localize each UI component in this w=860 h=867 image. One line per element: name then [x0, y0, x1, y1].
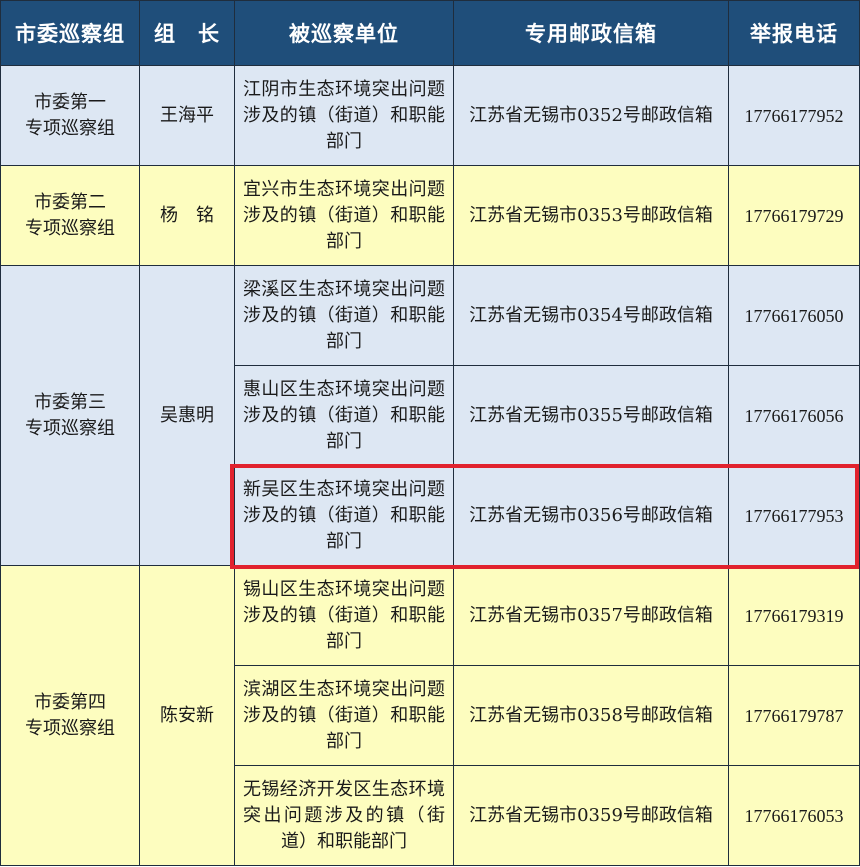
phone-cell: 17766179729 — [728, 165, 860, 266]
group-name-line: 专项巡察组 — [25, 717, 115, 739]
leader-cell: 吴惠明 — [139, 265, 235, 566]
table-row: 市委第一 专项巡察组 王海平 江阴市生态环境突出问题涉及的镇（街道）和职能部门 … — [0, 65, 860, 166]
group-name-line: 市委第二 — [34, 191, 106, 213]
group-name-cell: 市委第二 专项巡察组 — [0, 165, 140, 266]
group-name-line: 市委第四 — [34, 691, 106, 713]
table-row: 市委第三 专项巡察组 吴惠明 梁溪区生态环境突出问题涉及的镇（街道）和职能部门 … — [0, 265, 860, 566]
unit-cell: 无锡经济开发区生态环境突出问题涉及的镇（街道）和职能部门 — [234, 765, 454, 866]
header-group: 市委巡察组 — [0, 0, 140, 66]
table-row: 市委第四 专项巡察组 陈安新 锡山区生态环境突出问题涉及的镇（街道）和职能部门 … — [0, 565, 860, 866]
unit-cell: 宜兴市生态环境突出问题涉及的镇（街道）和职能部门 — [234, 165, 454, 266]
header-unit: 被巡察单位 — [234, 0, 454, 66]
phone-cell: 17766179787 — [728, 665, 860, 766]
unit-cell: 惠山区生态环境突出问题涉及的镇（街道）和职能部门 — [234, 365, 454, 466]
phone-cell: 17766176056 — [728, 365, 860, 466]
unit-cell: 滨湖区生态环境突出问题涉及的镇（街道）和职能部门 — [234, 665, 454, 766]
group-name-line: 专项巡察组 — [25, 417, 115, 439]
mailbox-cell: 江苏省无锡市0358号邮政信箱 — [453, 665, 729, 766]
header-leader: 组 长 — [139, 0, 235, 66]
mailbox-cell: 江苏省无锡市0357号邮政信箱 — [453, 565, 729, 666]
group-name-line: 专项巡察组 — [25, 117, 115, 139]
phone-cell: 17766177953 — [728, 465, 860, 566]
group-name-cell: 市委第一 专项巡察组 — [0, 65, 140, 166]
inspection-table: 市委巡察组 组 长 被巡察单位 专用邮政信箱 举报电话 市委第一 专项巡察组 王… — [0, 0, 860, 866]
table-row: 市委第二 专项巡察组 杨 铭 宜兴市生态环境突出问题涉及的镇（街道）和职能部门 … — [0, 165, 860, 266]
header-phone: 举报电话 — [728, 0, 860, 66]
unit-cell: 梁溪区生态环境突出问题涉及的镇（街道）和职能部门 — [234, 265, 454, 366]
group-name-cell: 市委第三 专项巡察组 — [0, 265, 140, 566]
mailbox-cell: 江苏省无锡市0352号邮政信箱 — [453, 65, 729, 166]
leader-cell: 王海平 — [139, 65, 235, 166]
header-mailbox: 专用邮政信箱 — [453, 0, 729, 66]
mailbox-cell: 江苏省无锡市0353号邮政信箱 — [453, 165, 729, 266]
leader-cell: 杨 铭 — [139, 165, 235, 266]
group-name-line: 市委第三 — [34, 391, 106, 413]
leader-cell: 陈安新 — [139, 565, 235, 866]
group-name-line: 专项巡察组 — [25, 217, 115, 239]
group-name-line: 市委第一 — [34, 91, 106, 113]
mailbox-cell: 江苏省无锡市0359号邮政信箱 — [453, 765, 729, 866]
mailbox-cell: 江苏省无锡市0354号邮政信箱 — [453, 265, 729, 366]
phone-cell: 17766176053 — [728, 765, 860, 866]
phone-cell: 17766179319 — [728, 565, 860, 666]
unit-cell: 江阴市生态环境突出问题涉及的镇（街道）和职能部门 — [234, 65, 454, 166]
phone-cell: 17766176050 — [728, 265, 860, 366]
unit-cell: 新吴区生态环境突出问题涉及的镇（街道）和职能部门 — [234, 465, 454, 566]
mailbox-cell: 江苏省无锡市0356号邮政信箱 — [453, 465, 729, 566]
phone-cell: 17766177952 — [728, 65, 860, 166]
group-name-cell: 市委第四 专项巡察组 — [0, 565, 140, 866]
mailbox-cell: 江苏省无锡市0355号邮政信箱 — [453, 365, 729, 466]
header-row: 市委巡察组 组 长 被巡察单位 专用邮政信箱 举报电话 — [0, 0, 860, 66]
unit-cell: 锡山区生态环境突出问题涉及的镇（街道）和职能部门 — [234, 565, 454, 666]
